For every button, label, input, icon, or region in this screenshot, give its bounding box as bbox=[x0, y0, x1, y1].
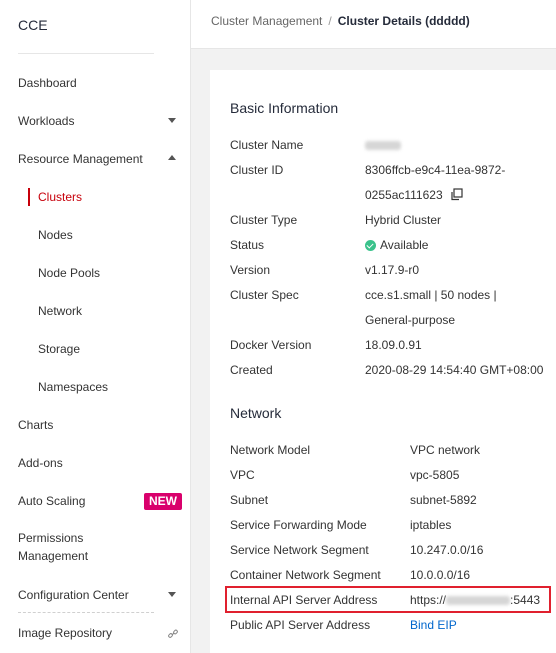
sidebar: CCE Dashboard Workloads Resource Managem… bbox=[0, 0, 191, 653]
cluster-spec-line1: cce.s1.small | 50 nodes | bbox=[365, 288, 497, 302]
divider bbox=[18, 612, 154, 613]
version-label: Version bbox=[230, 263, 271, 277]
service-forwarding-mode-label: Service Forwarding Mode bbox=[230, 518, 367, 532]
sidebar-item-label: Network bbox=[38, 304, 83, 318]
sidebar-item-image-repository[interactable]: Image Repository bbox=[18, 622, 180, 644]
subnet-value: subnet-5892 bbox=[410, 493, 477, 507]
cluster-type-label: Cluster Type bbox=[230, 213, 298, 227]
basic-information-title: Basic Information bbox=[230, 100, 339, 116]
divider bbox=[18, 53, 154, 54]
sidebar-item-label: Charts bbox=[18, 418, 54, 432]
chevron-down-icon bbox=[168, 592, 176, 597]
sidebar-item-label: Add-ons bbox=[18, 456, 63, 470]
active-indicator bbox=[28, 188, 30, 206]
sidebar-item-label-line2: Management bbox=[18, 549, 89, 563]
docker-version-label: Docker Version bbox=[230, 338, 312, 352]
container-network-segment-value: 10.0.0.0/16 bbox=[410, 568, 471, 582]
status-label: Status bbox=[230, 238, 265, 252]
vpc-value: vpc-5805 bbox=[410, 468, 460, 482]
chevron-up-icon bbox=[168, 155, 176, 160]
created-label: Created bbox=[230, 363, 273, 377]
sidebar-item-dashboard[interactable]: Dashboard bbox=[18, 72, 180, 94]
vpc-label: VPC bbox=[230, 468, 255, 482]
sidebar-item-configuration-center[interactable]: Configuration Center bbox=[18, 584, 180, 606]
cluster-id-line1: 8306ffcb-e9c4-11ea-9872- bbox=[365, 163, 506, 177]
sidebar-item-storage[interactable]: Storage bbox=[38, 338, 180, 360]
sidebar-item-node-pools[interactable]: Node Pools bbox=[38, 262, 180, 284]
cluster-spec-label: Cluster Spec bbox=[230, 288, 299, 302]
new-badge: NEW bbox=[144, 493, 182, 510]
app-title: CCE bbox=[18, 17, 48, 33]
cluster-id-line2-wrap: 0255ac111623 bbox=[365, 188, 463, 202]
sidebar-item-label: Image Repository bbox=[18, 626, 113, 640]
sidebar-item-resource-management[interactable]: Resource Management bbox=[18, 148, 180, 170]
highlight-box bbox=[225, 586, 551, 613]
cluster-spec-line2: General-purpose bbox=[365, 313, 456, 327]
sidebar-item-add-ons[interactable]: Add-ons bbox=[18, 452, 180, 474]
cluster-name-label: Cluster Name bbox=[230, 138, 304, 152]
check-circle-icon bbox=[365, 240, 376, 251]
breadcrumb-current: Cluster Details (ddddd) bbox=[337, 14, 470, 28]
status-text: Available bbox=[380, 238, 429, 252]
version-value: v1.17.9-r0 bbox=[365, 263, 420, 277]
sidebar-item-label: Auto Scaling bbox=[18, 494, 86, 508]
breadcrumb: Cluster Management / Cluster Details (dddd… bbox=[211, 14, 470, 28]
chevron-down-icon bbox=[168, 118, 176, 123]
cluster-id-label: Cluster ID bbox=[230, 163, 284, 177]
sidebar-item-label: Nodes bbox=[38, 228, 73, 242]
sidebar-item-workloads[interactable]: Workloads bbox=[18, 110, 180, 132]
sidebar-item-network[interactable]: Network bbox=[38, 300, 180, 322]
network-model-value: VPC network bbox=[410, 443, 481, 457]
service-network-segment-value: 10.247.0.0/16 bbox=[410, 543, 484, 557]
service-forwarding-mode-value: iptables bbox=[410, 518, 452, 532]
sidebar-item-label: Dashboard bbox=[18, 76, 77, 90]
status-value: Available bbox=[365, 238, 428, 252]
external-link-icon[interactable] bbox=[167, 628, 179, 640]
network-model-label: Network Model bbox=[230, 443, 311, 457]
container-network-segment-label: Container Network Segment bbox=[230, 568, 381, 582]
bind-eip-link[interactable]: Bind EIP bbox=[410, 618, 457, 632]
breadcrumb-separator: / bbox=[328, 14, 332, 28]
copy-icon[interactable] bbox=[450, 188, 463, 201]
public-api-server-address-label: Public API Server Address bbox=[230, 618, 371, 632]
sidebar-item-permissions-management[interactable]: Permissions Management bbox=[18, 529, 180, 569]
sidebar-item-charts[interactable]: Charts bbox=[18, 414, 180, 436]
network-title: Network bbox=[230, 405, 282, 421]
docker-version-value: 18.09.0.91 bbox=[365, 338, 422, 352]
subnet-label: Subnet bbox=[230, 493, 269, 507]
breadcrumb-cluster-management[interactable]: Cluster Management bbox=[211, 14, 322, 28]
sidebar-item-label: Storage bbox=[38, 342, 81, 356]
sidebar-item-label: Configuration Center bbox=[18, 588, 129, 602]
sidebar-item-namespaces[interactable]: Namespaces bbox=[38, 376, 180, 398]
cluster-type-value: Hybrid Cluster bbox=[365, 213, 442, 227]
sidebar-item-clusters[interactable]: Clusters bbox=[38, 186, 180, 208]
sidebar-item-label: Namespaces bbox=[38, 380, 109, 394]
cluster-details-panel: Basic Information Cluster Name Cluster I… bbox=[210, 70, 556, 653]
sidebar-item-label: Node Pools bbox=[38, 266, 101, 280]
cluster-id-line2: 0255ac111623 bbox=[365, 188, 443, 202]
header: Cluster Management / Cluster Details (dddd… bbox=[191, 0, 556, 49]
sidebar-item-label: Permissions bbox=[18, 531, 84, 545]
sidebar-item-label: Workloads bbox=[18, 114, 75, 128]
sidebar-item-nodes[interactable]: Nodes bbox=[38, 224, 180, 246]
cluster-name-value bbox=[365, 138, 401, 152]
sidebar-item-label: Resource Management bbox=[18, 152, 143, 166]
created-value: 2020-08-29 14:54:40 GMT+08:00 bbox=[365, 363, 544, 377]
sidebar-item-label: Clusters bbox=[38, 190, 83, 204]
service-network-segment-label: Service Network Segment bbox=[230, 543, 369, 557]
